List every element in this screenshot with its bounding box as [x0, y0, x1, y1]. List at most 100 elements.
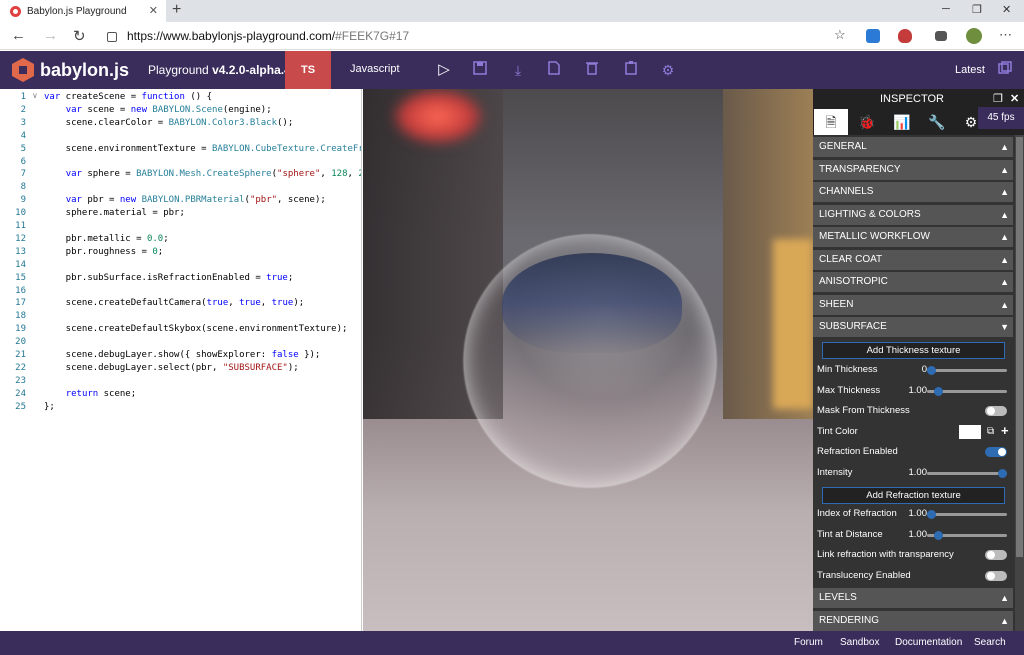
tab-close-icon[interactable]: ✕	[149, 4, 158, 17]
add-refraction-texture-button[interactable]: Add Refraction texture	[822, 487, 1005, 504]
clear-trash-icon[interactable]	[583, 61, 601, 79]
debug-tab-icon[interactable]: 🐞	[856, 112, 878, 132]
properties-tab-icon[interactable]: 🗎	[814, 109, 848, 135]
section-metallic-workflow[interactable]: METALLIC WORKFLOW ▲	[813, 227, 1013, 247]
section-anisotropic[interactable]: ANISOTROPIC ▲	[813, 272, 1013, 292]
new-tab-icon[interactable]: +	[172, 1, 181, 19]
download-icon[interactable]: ⤓	[509, 61, 527, 79]
intensity-slider[interactable]	[927, 469, 1007, 478]
code-line[interactable]: 9 var pbr = new BABYLON.PBRMaterial("pbr…	[0, 194, 361, 207]
settings-gear-icon[interactable]: ⚙	[659, 61, 677, 79]
code-line[interactable]: 18	[0, 310, 361, 323]
tab-typescript[interactable]: TS	[285, 51, 331, 89]
extension-icon[interactable]	[866, 29, 880, 43]
line-number: 13	[15, 246, 26, 257]
reload-icon[interactable]: ↻	[73, 27, 86, 45]
babylon-logo[interactable]: babylon.js	[12, 58, 129, 82]
code-line[interactable]: 4	[0, 130, 361, 143]
code-line[interactable]: 5 scene.environmentTexture = BABYLON.Cub…	[0, 143, 361, 156]
section-sheen[interactable]: SHEEN ▲	[813, 294, 1013, 315]
link-refraction-toggle[interactable]	[985, 550, 1007, 560]
code-line[interactable]: 21 scene.debugLayer.show({ showExplorer:…	[0, 349, 361, 362]
code-line[interactable]: 17 scene.createDefaultCamera(true, true,…	[0, 297, 361, 310]
copy-icon[interactable]: ⧉	[987, 422, 994, 442]
section-rendering[interactable]: RENDERING ▲	[813, 611, 1013, 631]
code-line[interactable]: 15 pbr.subSurface.isRefractionEnabled = …	[0, 272, 361, 285]
min-thickness-slider[interactable]	[927, 366, 1007, 375]
clipboard-icon[interactable]	[622, 61, 640, 79]
code-line[interactable]: 23	[0, 375, 361, 388]
browser-tab[interactable]: Babylon.js Playground ✕	[0, 0, 166, 22]
shield-extension-icon[interactable]	[898, 29, 912, 43]
index-of-refraction-slider[interactable]	[927, 510, 1007, 519]
run-icon[interactable]: ▷	[435, 61, 453, 79]
forward-icon[interactable]: →	[43, 27, 58, 44]
save-icon[interactable]	[471, 61, 489, 79]
code-line[interactable]: 24 return scene;	[0, 388, 361, 401]
refraction-enabled-toggle[interactable]	[985, 447, 1007, 457]
footer-link-sandbox[interactable]: Sandbox	[840, 637, 879, 648]
avatar[interactable]	[966, 28, 982, 44]
section-lighting-colors[interactable]: LIGHTING & COLORS ▲	[813, 204, 1013, 225]
new-file-icon[interactable]	[545, 61, 563, 79]
render-canvas[interactable]	[363, 89, 813, 631]
code-line[interactable]: 13 pbr.roughness = 0;	[0, 246, 361, 259]
expand-plus-icon[interactable]: +	[1001, 421, 1009, 441]
favorite-star-icon[interactable]: ☆	[834, 27, 846, 43]
inspector-close-icon[interactable]: ✕	[1010, 92, 1019, 105]
section-transparency[interactable]: TRANSPARENCY ▲	[813, 159, 1013, 180]
mask-from-thickness-toggle[interactable]	[985, 406, 1007, 416]
scrollbar-thumb[interactable]	[1016, 137, 1023, 557]
tint-color-swatch[interactable]	[959, 425, 981, 439]
reading-list-icon[interactable]	[935, 31, 947, 41]
slider-knob[interactable]	[934, 387, 944, 396]
add-thickness-texture-button[interactable]: Add Thickness texture	[822, 342, 1005, 359]
url-field[interactable]: https://www.babylonjs-playground.com/#FE…	[107, 26, 854, 46]
slider-knob[interactable]	[998, 469, 1007, 478]
version-dropdown-latest[interactable]: Latest	[955, 64, 985, 76]
slider-knob[interactable]	[934, 531, 944, 540]
section-general[interactable]: GENERAL ▲	[813, 137, 1013, 157]
section-clear-coat[interactable]: CLEAR COAT ▲	[813, 249, 1013, 270]
restore-icon[interactable]: ❐	[972, 3, 982, 16]
code-line[interactable]: 1 var createScene = function () {	[0, 91, 361, 104]
slider-knob[interactable]	[927, 366, 936, 375]
window-close-icon[interactable]: ✕	[1002, 3, 1011, 16]
line-number: 25	[15, 401, 26, 412]
code-line[interactable]: 19 scene.createDefaultSkybox(scene.envir…	[0, 323, 361, 336]
code-line[interactable]: 14	[0, 259, 361, 272]
max-thickness-slider[interactable]	[927, 387, 1007, 396]
more-icon[interactable]: ⋯	[999, 27, 1012, 43]
code-line[interactable]: 25};	[0, 401, 361, 414]
tab-javascript[interactable]: Javascript	[350, 63, 400, 75]
code-line[interactable]: 12 pbr.metallic = 0.0;	[0, 233, 361, 246]
back-icon[interactable]: ←	[11, 27, 26, 44]
statistics-tab-icon[interactable]: 📊	[891, 112, 913, 132]
inspector-scrollbar[interactable]	[1015, 135, 1024, 631]
code-line[interactable]: 2 var scene = new BABYLON.Scene(engine);	[0, 104, 361, 117]
code-line[interactable]: 3 scene.clearColor = BABYLON.Color3.Blac…	[0, 117, 361, 130]
tools-tab-icon[interactable]: 🔧	[926, 112, 948, 132]
url-path: #FEEK7G#17	[335, 29, 410, 43]
code-editor[interactable]: ∨ 1 var createScene = function () {2 var …	[0, 89, 362, 631]
popout-icon[interactable]: ❐	[993, 92, 1003, 105]
code-line[interactable]: 8	[0, 181, 361, 194]
slider-knob[interactable]	[927, 510, 936, 519]
code-line[interactable]: 22 scene.debugLayer.select(pbr, "SUBSURF…	[0, 362, 361, 375]
minimize-icon[interactable]: ─	[942, 3, 950, 15]
fullscreen-icon[interactable]	[996, 61, 1014, 79]
section-subsurface[interactable]: SUBSURFACE ▼	[813, 317, 1013, 337]
footer-link-documentation[interactable]: Documentation	[895, 637, 962, 648]
section-levels[interactable]: LEVELS ▲	[813, 588, 1013, 608]
section-channels[interactable]: CHANNELS ▲	[813, 182, 1013, 202]
code-line[interactable]: 10 sphere.material = pbr;	[0, 207, 361, 220]
tint-at-distance-slider[interactable]	[927, 531, 1007, 540]
code-line[interactable]: 16	[0, 285, 361, 298]
footer-link-search[interactable]: Search	[974, 637, 1006, 648]
translucency-toggle[interactable]	[985, 571, 1007, 581]
code-line[interactable]: 6	[0, 156, 361, 169]
code-line[interactable]: 11	[0, 220, 361, 233]
code-line[interactable]: 20	[0, 336, 361, 349]
footer-link-forum[interactable]: Forum	[794, 637, 823, 648]
code-line[interactable]: 7 var sphere = BABYLON.Mesh.CreateSphere…	[0, 168, 361, 181]
